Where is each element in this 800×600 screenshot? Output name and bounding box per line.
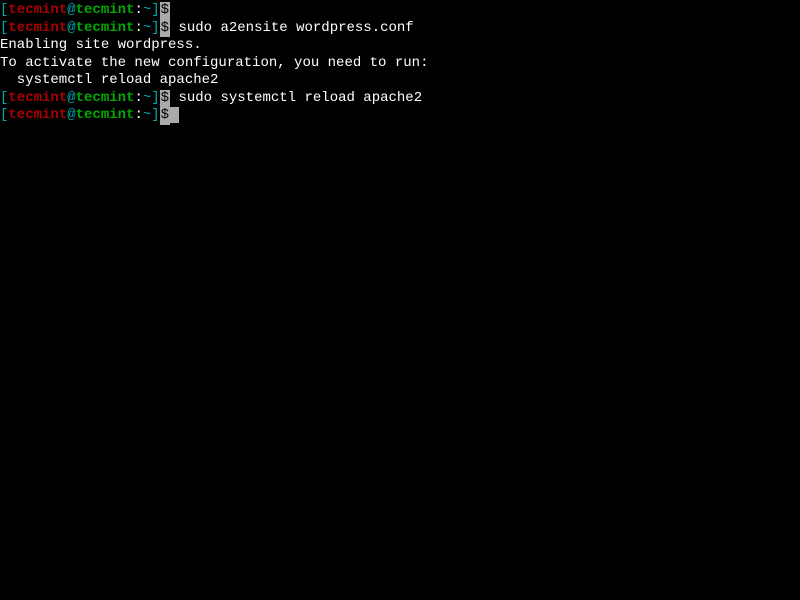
prompt-colon: : bbox=[134, 107, 142, 125]
output-line: To activate the new configuration, you n… bbox=[0, 55, 800, 73]
prompt-path: ~ bbox=[143, 90, 151, 108]
prompt-user: tecmint bbox=[8, 107, 67, 125]
prompt-dollar: $ bbox=[160, 20, 170, 38]
prompt-user: tecmint bbox=[8, 2, 67, 20]
prompt-dollar: $ bbox=[160, 2, 170, 20]
bracket-close: ] bbox=[151, 20, 159, 38]
output-line: systemctl reload apache2 bbox=[0, 72, 800, 90]
terminal-line: [tecmint@tecmint:~]$ bbox=[0, 107, 800, 125]
prompt-host: tecmint bbox=[76, 107, 135, 125]
prompt-colon: : bbox=[134, 90, 142, 108]
prompt-at: @ bbox=[67, 20, 75, 38]
bracket-open: [ bbox=[0, 107, 8, 125]
prompt-dollar: $ bbox=[160, 107, 170, 125]
prompt-colon: : bbox=[134, 20, 142, 38]
terminal-line: [tecmint@tecmint:~]$ sudo a2ensite wordp… bbox=[0, 20, 800, 38]
prompt-user: tecmint bbox=[8, 90, 67, 108]
prompt-host: tecmint bbox=[76, 2, 135, 20]
bracket-open: [ bbox=[0, 2, 8, 20]
prompt-user: tecmint bbox=[8, 20, 67, 38]
prompt-at: @ bbox=[67, 90, 75, 108]
command-text: sudo systemctl reload apache2 bbox=[170, 90, 422, 108]
prompt-path: ~ bbox=[143, 20, 151, 38]
prompt-dollar: $ bbox=[160, 90, 170, 108]
prompt-path: ~ bbox=[143, 2, 151, 20]
prompt-colon: : bbox=[134, 2, 142, 20]
prompt-host: tecmint bbox=[76, 20, 135, 38]
bracket-open: [ bbox=[0, 90, 8, 108]
prompt-at: @ bbox=[67, 2, 75, 20]
output-line: Enabling site wordpress. bbox=[0, 37, 800, 55]
bracket-close: ] bbox=[151, 107, 159, 125]
terminal-line: [tecmint@tecmint:~]$ sudo systemctl relo… bbox=[0, 90, 800, 108]
cursor-icon bbox=[170, 107, 179, 123]
prompt-host: tecmint bbox=[76, 90, 135, 108]
prompt-path: ~ bbox=[143, 107, 151, 125]
terminal-window[interactable]: [tecmint@tecmint:~]$[tecmint@tecmint:~]$… bbox=[0, 2, 800, 125]
bracket-open: [ bbox=[0, 20, 8, 38]
bracket-close: ] bbox=[151, 2, 159, 20]
prompt-at: @ bbox=[67, 107, 75, 125]
bracket-close: ] bbox=[151, 90, 159, 108]
terminal-line: [tecmint@tecmint:~]$ bbox=[0, 2, 800, 20]
command-text: sudo a2ensite wordpress.conf bbox=[170, 20, 414, 38]
